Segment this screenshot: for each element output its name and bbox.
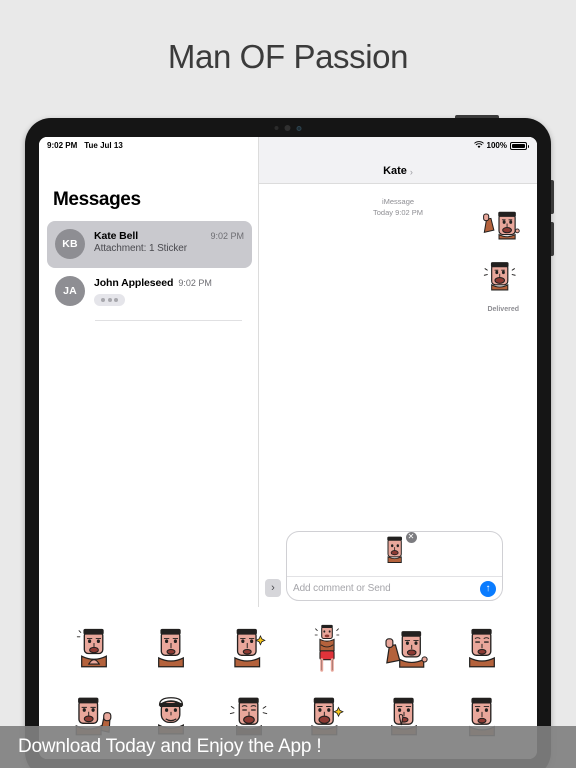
message-sticker-cheer[interactable] — [477, 203, 521, 252]
composer-area: › ✕ Add comment or Send ↑ — [259, 531, 509, 650]
attached-sticker[interactable]: ✕ — [381, 532, 417, 575]
comment-row[interactable]: Add comment or Send ↑ — [287, 576, 502, 600]
status-time: 9:02 PM — [47, 141, 78, 150]
comment-input-placeholder: Add comment or Send — [293, 583, 391, 594]
chat-item-time: 9:02 PM — [178, 278, 212, 288]
volume-down-button[interactable] — [551, 222, 554, 256]
delivery-status-label: Delivered — [487, 306, 519, 313]
chat-list-item-john-appleseed[interactable]: JA John Appleseed 9:02 PM — [47, 268, 252, 316]
chat-item-time: 9:02 PM — [210, 231, 244, 241]
chat-item-body: Kate Bell 9:02 PM Attachment: 1 Sticker — [94, 229, 244, 254]
messages-sidebar: Messages KB Kate Bell 9:02 PM Attachment… — [39, 137, 259, 607]
chat-list-item-kate-bell[interactable]: KB Kate Bell 9:02 PM Attachment: 1 Stick… — [47, 221, 252, 268]
expand-apps-button[interactable]: › — [265, 579, 281, 597]
composer-row: › ✕ Add comment or Send ↑ — [259, 531, 509, 607]
status-bar-left: 9:02 PM Tue Jul 13 — [39, 141, 123, 150]
chat-item-body: John Appleseed 9:02 PM — [94, 276, 244, 307]
split-view: Messages KB Kate Bell 9:02 PM Attachment… — [39, 137, 537, 650]
screen: 9:02 PM Tue Jul 13 100% Messages KB Kate… — [39, 137, 537, 759]
message-sticker-shout[interactable] — [477, 254, 521, 303]
chat-item-name: Kate Bell — [94, 230, 139, 242]
ipad-device-frame: 9:02 PM Tue Jul 13 100% Messages KB Kate… — [25, 115, 554, 768]
sensor-dot — [274, 126, 279, 130]
battery-percent-label: 100% — [486, 141, 507, 150]
avatar: KB — [55, 229, 85, 259]
sticker-wink-star[interactable] — [210, 619, 288, 681]
composer-input-box[interactable]: ✕ Add comment or Send ↑ — [286, 531, 503, 601]
sensor-dot — [284, 125, 291, 131]
wifi-icon — [473, 140, 484, 151]
close-icon[interactable]: ✕ — [405, 532, 417, 543]
sticker-praying[interactable] — [55, 619, 133, 681]
sidebar-title: Messages — [53, 189, 141, 210]
chat-list: KB Kate Bell 9:02 PM Attachment: 1 Stick… — [47, 221, 252, 321]
chat-item-name: John Appleseed — [94, 277, 174, 289]
power-button[interactable] — [455, 115, 499, 118]
avatar: JA — [55, 276, 85, 306]
message-stack: Delivered — [477, 203, 521, 313]
sticker-tired[interactable] — [443, 619, 521, 681]
chat-item-header: John Appleseed 9:02 PM — [94, 277, 244, 289]
battery-full-icon — [510, 141, 529, 150]
screenshot-root: Man OF Passion 9:02 PM Tue Jul 13 100% M… — [0, 0, 576, 768]
typing-indicator — [94, 294, 125, 306]
list-divider — [95, 320, 242, 321]
camera-lens-icon — [296, 125, 302, 131]
page-title: Man OF Passion — [167, 38, 409, 75]
conversation-pane: Kate › iMessage Today 9:02 PM Delivered … — [259, 137, 537, 650]
sticker-plain[interactable] — [133, 619, 211, 681]
status-date: Tue Jul 13 — [84, 141, 123, 150]
volume-up-button[interactable] — [551, 180, 554, 214]
attachment-preview: ✕ — [287, 532, 502, 576]
status-bar: 9:02 PM Tue Jul 13 100% — [39, 137, 537, 154]
chat-item-preview: Attachment: 1 Sticker — [94, 243, 187, 254]
chevron-right-icon: › — [409, 167, 413, 177]
chat-item-header: Kate Bell 9:02 PM — [94, 230, 244, 242]
conversation-title: Kate — [383, 165, 407, 177]
send-button[interactable]: ↑ — [480, 580, 496, 597]
sticker-fist-raise[interactable] — [366, 619, 444, 681]
status-bar-right: 100% — [473, 140, 537, 151]
download-banner: Download Today and Enjoy the App ! — [0, 726, 576, 768]
sticker-shorts-body[interactable] — [288, 619, 366, 681]
front-camera-array — [274, 125, 302, 131]
banner-text: Download Today and Enjoy the App ! — [18, 736, 322, 757]
